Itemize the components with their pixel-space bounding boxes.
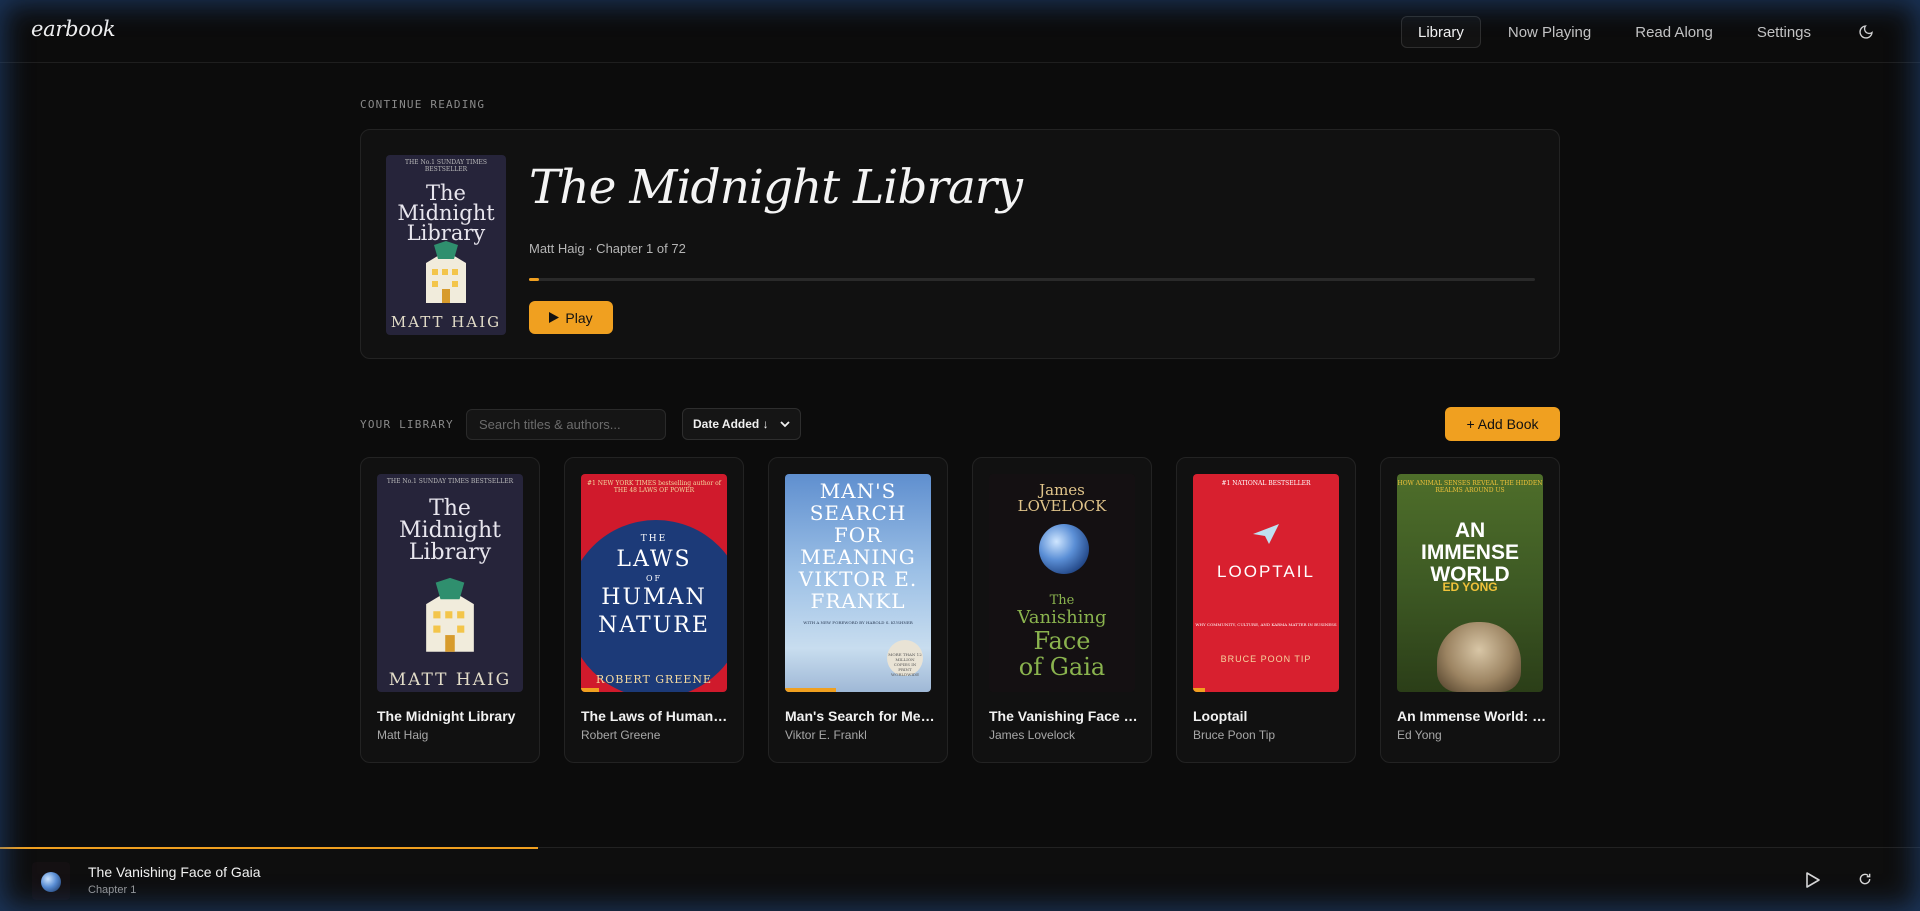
play-button-label: Play bbox=[565, 309, 593, 326]
earth-illustration bbox=[41, 872, 61, 892]
book-card[interactable]: MAN'S SEARCH FOR MEANING VIKTOR E. FRANK… bbox=[768, 457, 948, 763]
book-author: Bruce Poon Tip bbox=[1193, 728, 1276, 742]
cover-title: THE LAWS OF HUMAN NATURE bbox=[598, 534, 710, 638]
continue-reading-label: CONTINUE READING bbox=[360, 98, 486, 111]
book-cover: #1 NEW YORK TIMES bestselling author of … bbox=[581, 474, 727, 692]
main-nav: Library Now Playing Read Along Settings bbox=[1401, 16, 1838, 48]
player-progress[interactable] bbox=[0, 847, 538, 849]
book-author: Robert Greene bbox=[581, 728, 661, 742]
cover-seal: MORE THAN 12 MILLION COPIES IN PRINT WOR… bbox=[887, 640, 923, 677]
cover-blurb: HOW ANIMAL SENSES REVEAL THE HIDDEN REAL… bbox=[1397, 480, 1543, 494]
book-title: The Midnight Library bbox=[377, 708, 516, 724]
book-title: The Laws of Human Nature bbox=[581, 708, 731, 724]
book-cover: THE No.1 SUNDAY TIMES BESTSELLER The Mid… bbox=[377, 474, 523, 692]
cover-title: The Vanishing Face of Gaia bbox=[1017, 593, 1107, 681]
book-author: Matt Haig bbox=[377, 728, 429, 742]
book-author: James Lovelock bbox=[989, 728, 1076, 742]
play-button[interactable]: Play bbox=[529, 301, 613, 334]
mini-player: The Vanishing Face of Gaia Chapter 1 bbox=[0, 847, 1920, 911]
cover-blurb: #1 NATIONAL BESTSELLER bbox=[1221, 480, 1311, 487]
cover-author: ROBERT GREENE bbox=[595, 673, 713, 686]
cover-author: ED YONG bbox=[1442, 580, 1498, 594]
play-icon[interactable] bbox=[1806, 872, 1822, 888]
book-title: An Immense World: How Animal Senses Reve… bbox=[1397, 708, 1547, 724]
book-card[interactable]: HOW ANIMAL SENSES REVEAL THE HIDDEN REAL… bbox=[1380, 457, 1560, 763]
top-bar: earbook Library Now Playing Read Along S… bbox=[0, 0, 1920, 63]
moon-icon[interactable] bbox=[1856, 22, 1876, 42]
book-card[interactable]: THE No.1 SUNDAY TIMES BESTSELLER The Mid… bbox=[360, 457, 540, 763]
cover-title: The Midnight Library bbox=[399, 496, 501, 565]
cover-author: MATT HAIG bbox=[390, 313, 502, 331]
paper-plane-icon bbox=[1253, 524, 1279, 544]
book-grid: THE No.1 SUNDAY TIMES BESTSELLER The Mid… bbox=[360, 457, 1560, 763]
nav-settings[interactable]: Settings bbox=[1740, 16, 1828, 48]
book-cover: MAN'S SEARCH FOR MEANING VIKTOR E. FRANK… bbox=[785, 474, 931, 692]
cover-subtitle: WITH A NEW FOREWORD BY HAROLD S. KUSHNER bbox=[803, 620, 913, 625]
cover-title: LOOPTAIL bbox=[1217, 562, 1315, 581]
continue-reading-meta: Matt Haig · Chapter 1 of 72 bbox=[529, 241, 686, 256]
play-icon bbox=[549, 312, 560, 323]
library-label: YOUR LIBRARY bbox=[360, 418, 454, 431]
book-progress bbox=[785, 688, 837, 692]
cover-author: MATT HAIG bbox=[388, 670, 512, 690]
cover-blurb: #1 NEW YORK TIMES bestselling author of … bbox=[587, 480, 721, 494]
app-logo[interactable]: earbook bbox=[31, 17, 116, 41]
book-title: Man's Search for Meaning bbox=[785, 708, 935, 724]
cover-title: MAN'S SEARCH FOR MEANING VIKTOR E. FRANK… bbox=[798, 479, 918, 613]
sort-select[interactable]: Date Added ↓ bbox=[682, 408, 801, 440]
nav-read-along[interactable]: Read Along bbox=[1618, 16, 1730, 48]
cover-author: James LOVELOCK bbox=[1017, 481, 1107, 515]
add-book-button[interactable]: + Add Book bbox=[1445, 407, 1560, 441]
continue-reading-progress[interactable] bbox=[529, 278, 1535, 281]
sort-select-value: Date Added ↓ bbox=[693, 417, 769, 431]
cover-blurb: THE No.1 SUNDAY TIMES BESTSELLER bbox=[386, 478, 514, 485]
continue-reading-card: THE No.1 SUNDAY TIMES BESTSELLER The Mid… bbox=[360, 129, 1560, 359]
book-progress bbox=[1193, 688, 1205, 692]
cover-title: The Midnight Library bbox=[397, 181, 495, 245]
book-cover: HOW ANIMAL SENSES REVEAL THE HIDDEN REAL… bbox=[1397, 474, 1543, 692]
cover-blurb: THE No.1 SUNDAY TIMES BESTSELLER bbox=[404, 159, 488, 173]
search-input[interactable] bbox=[466, 409, 666, 440]
earth-illustration bbox=[1039, 524, 1089, 574]
player-thumbnail[interactable] bbox=[32, 862, 70, 900]
book-progress bbox=[581, 688, 599, 692]
book-title: The Vanishing Face of Gaia bbox=[989, 708, 1139, 724]
building-illustration bbox=[426, 577, 474, 652]
book-author: Viktor E. Frankl bbox=[785, 728, 867, 742]
cover-author: BRUCE POON TIP bbox=[1220, 654, 1312, 664]
animal-illustration bbox=[1437, 622, 1521, 692]
book-cover: James LOVELOCK The Vanishing Face of Gai… bbox=[989, 474, 1135, 692]
chevron-down-icon bbox=[780, 421, 790, 428]
refresh-icon[interactable] bbox=[1858, 872, 1874, 888]
cover-subtitle: WHY COMMUNITY, CULTURE, AND KARMA MATTER… bbox=[1195, 622, 1337, 627]
book-card[interactable]: James LOVELOCK The Vanishing Face of Gai… bbox=[972, 457, 1152, 763]
book-author: Ed Yong bbox=[1397, 728, 1442, 742]
nav-now-playing[interactable]: Now Playing bbox=[1491, 16, 1608, 48]
book-card[interactable]: #1 NEW YORK TIMES bestselling author of … bbox=[564, 457, 744, 763]
book-card[interactable]: #1 NATIONAL BESTSELLER LOOPTAIL WHY COMM… bbox=[1176, 457, 1356, 763]
progress-fill bbox=[529, 278, 540, 281]
book-title: Looptail bbox=[1193, 708, 1248, 724]
continue-reading-title: The Midnight Library bbox=[529, 160, 1023, 215]
player-title: The Vanishing Face of Gaia bbox=[88, 864, 261, 880]
nav-library[interactable]: Library bbox=[1401, 16, 1481, 48]
continue-reading-cover[interactable]: THE No.1 SUNDAY TIMES BESTSELLER The Mid… bbox=[386, 155, 506, 335]
cover-title: AN IMMENSE WORLD bbox=[1420, 519, 1519, 586]
player-chapter: Chapter 1 bbox=[88, 884, 137, 896]
building-illustration bbox=[426, 241, 466, 303]
book-cover: #1 NATIONAL BESTSELLER LOOPTAIL WHY COMM… bbox=[1193, 474, 1339, 692]
